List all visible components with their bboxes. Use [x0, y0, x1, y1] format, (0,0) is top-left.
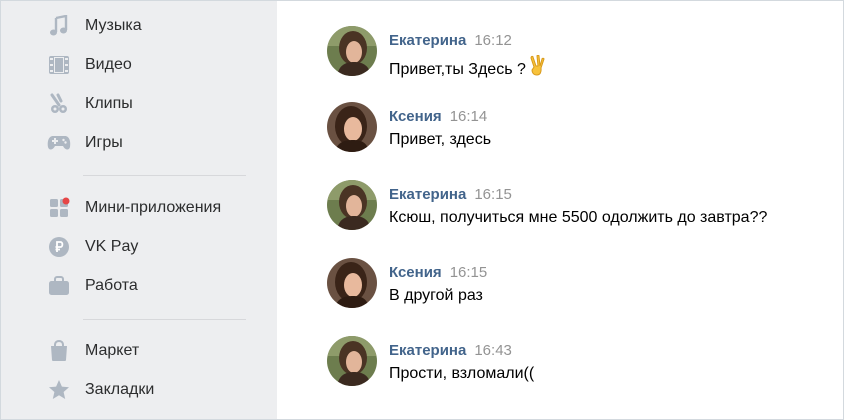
sidebar-divider — [83, 319, 246, 320]
avatar[interactable] — [327, 26, 377, 76]
author-name[interactable]: Ксения — [389, 264, 442, 281]
message-time[interactable]: 16:12 — [474, 32, 512, 49]
shopping-bag-icon — [47, 339, 71, 363]
ruble-coin-icon — [47, 235, 71, 259]
sidebar-item-label: Закладки — [85, 381, 155, 398]
sidebar-item-music[interactable]: Музыка — [47, 13, 142, 39]
sidebar-item-label: Игры — [85, 134, 123, 151]
sidebar-item-work[interactable]: Работа — [47, 273, 138, 299]
sidebar-item-label: Маркет — [85, 342, 140, 359]
message-text: Ксюш, получиться мне 5500 одолжить до за… — [389, 209, 768, 226]
message-history: Екатерина 16:12 Привет,ты Здесь ? Ксения 1… — [277, 1, 843, 419]
message-header: Ксения 16:14 — [389, 108, 487, 126]
gamepad-icon — [47, 131, 71, 155]
message-text-content: Привет,ты Здесь ? — [389, 61, 526, 78]
sidebar-divider — [83, 175, 246, 176]
sidebar-item-label: Мини-приложения — [85, 199, 222, 216]
sidebar-item-label: VK Pay — [85, 238, 139, 255]
message-header: Екатерина 16:43 — [389, 342, 512, 360]
message-text: Прости, взломали(( — [389, 365, 535, 382]
sidebar-item-games[interactable]: Игры — [47, 130, 123, 156]
film-strip-icon — [47, 53, 71, 77]
mini-apps-icon — [47, 196, 71, 220]
message-time[interactable]: 16:43 — [474, 342, 512, 359]
avatar[interactable] — [327, 258, 377, 308]
avatar[interactable] — [327, 336, 377, 386]
briefcase-icon — [47, 274, 71, 298]
author-name[interactable]: Екатерина — [389, 32, 466, 49]
message-time[interactable]: 16:15 — [450, 264, 488, 281]
star-icon — [47, 378, 71, 402]
message-header: Екатерина 16:12 — [389, 32, 512, 50]
sidebar-item-label: Музыка — [85, 17, 142, 34]
music-note-icon — [47, 14, 71, 38]
sidebar-item-mini-apps[interactable]: Мини-приложения — [47, 195, 221, 221]
window-frame: Музыка Видео Клипы Игры Мини-приложения … — [0, 0, 844, 420]
sidebar-item-label: Работа — [85, 277, 138, 294]
left-sidebar: Музыка Видео Клипы Игры Мини-приложения … — [1, 1, 277, 419]
sidebar-item-bookmarks[interactable]: Закладки — [47, 377, 154, 403]
sidebar-item-vk-pay[interactable]: VK Pay — [47, 234, 138, 260]
sidebar-item-clips[interactable]: Клипы — [47, 91, 133, 117]
clips-icon — [47, 92, 71, 116]
message-time[interactable]: 16:15 — [474, 186, 512, 203]
message-text: Привет, здесь — [389, 131, 492, 148]
message-text: В другой раз — [389, 287, 483, 304]
sidebar-item-video[interactable]: Видео — [47, 52, 132, 78]
message-time[interactable]: 16:14 — [450, 108, 488, 125]
message-text: Привет,ты Здесь ? — [389, 54, 548, 82]
sidebar-item-label: Видео — [85, 56, 132, 73]
author-name[interactable]: Ксения — [389, 108, 442, 125]
message-header: Ксения 16:15 — [389, 264, 487, 282]
message-header: Екатерина 16:15 — [389, 186, 512, 204]
author-name[interactable]: Екатерина — [389, 186, 466, 203]
author-name[interactable]: Екатерина — [389, 342, 466, 359]
avatar[interactable] — [327, 102, 377, 152]
avatar[interactable] — [327, 180, 377, 230]
sidebar-item-label: Клипы — [85, 95, 133, 112]
sidebar-item-market[interactable]: Маркет — [47, 338, 139, 364]
victory-hand-icon — [528, 54, 548, 82]
